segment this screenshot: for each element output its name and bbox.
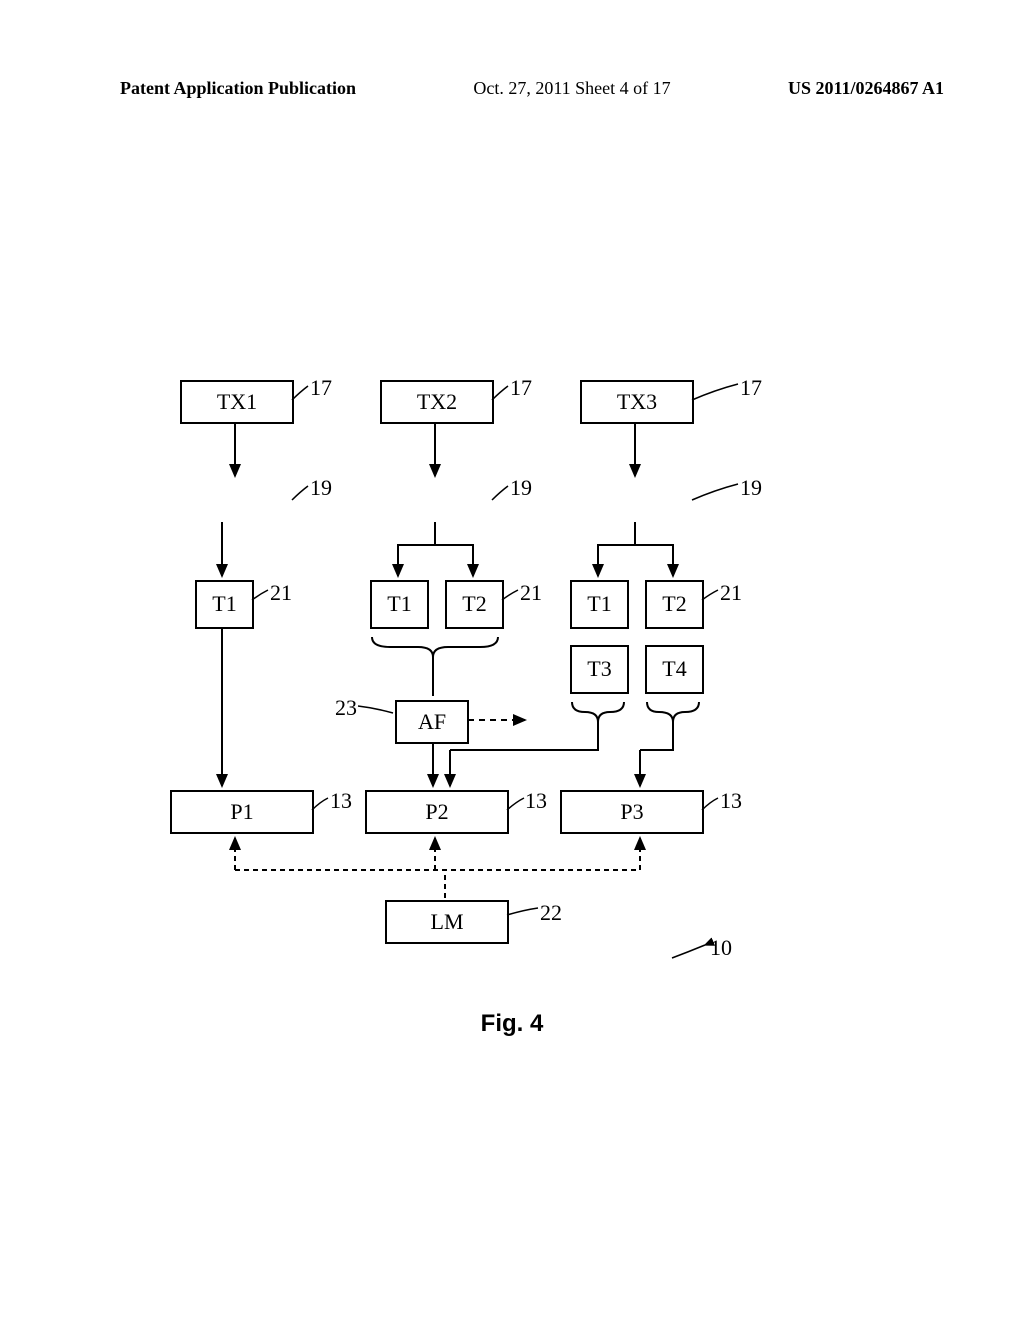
page-header: Patent Application Publication Oct. 27, …: [0, 78, 1024, 99]
diagram-figure-4: SC-AP1 SC-AP2 SC-AP3 TX1 TX2 TX3 T1 T1 T…: [140, 380, 780, 980]
header-left: Patent Application Publication: [120, 78, 356, 99]
diagram-arrows: [140, 380, 780, 980]
figure-caption: Fig. 4: [0, 1010, 1024, 1038]
header-right: US 2011/0264867 A1: [788, 78, 944, 99]
header-mid: Oct. 27, 2011 Sheet 4 of 17: [473, 78, 670, 99]
